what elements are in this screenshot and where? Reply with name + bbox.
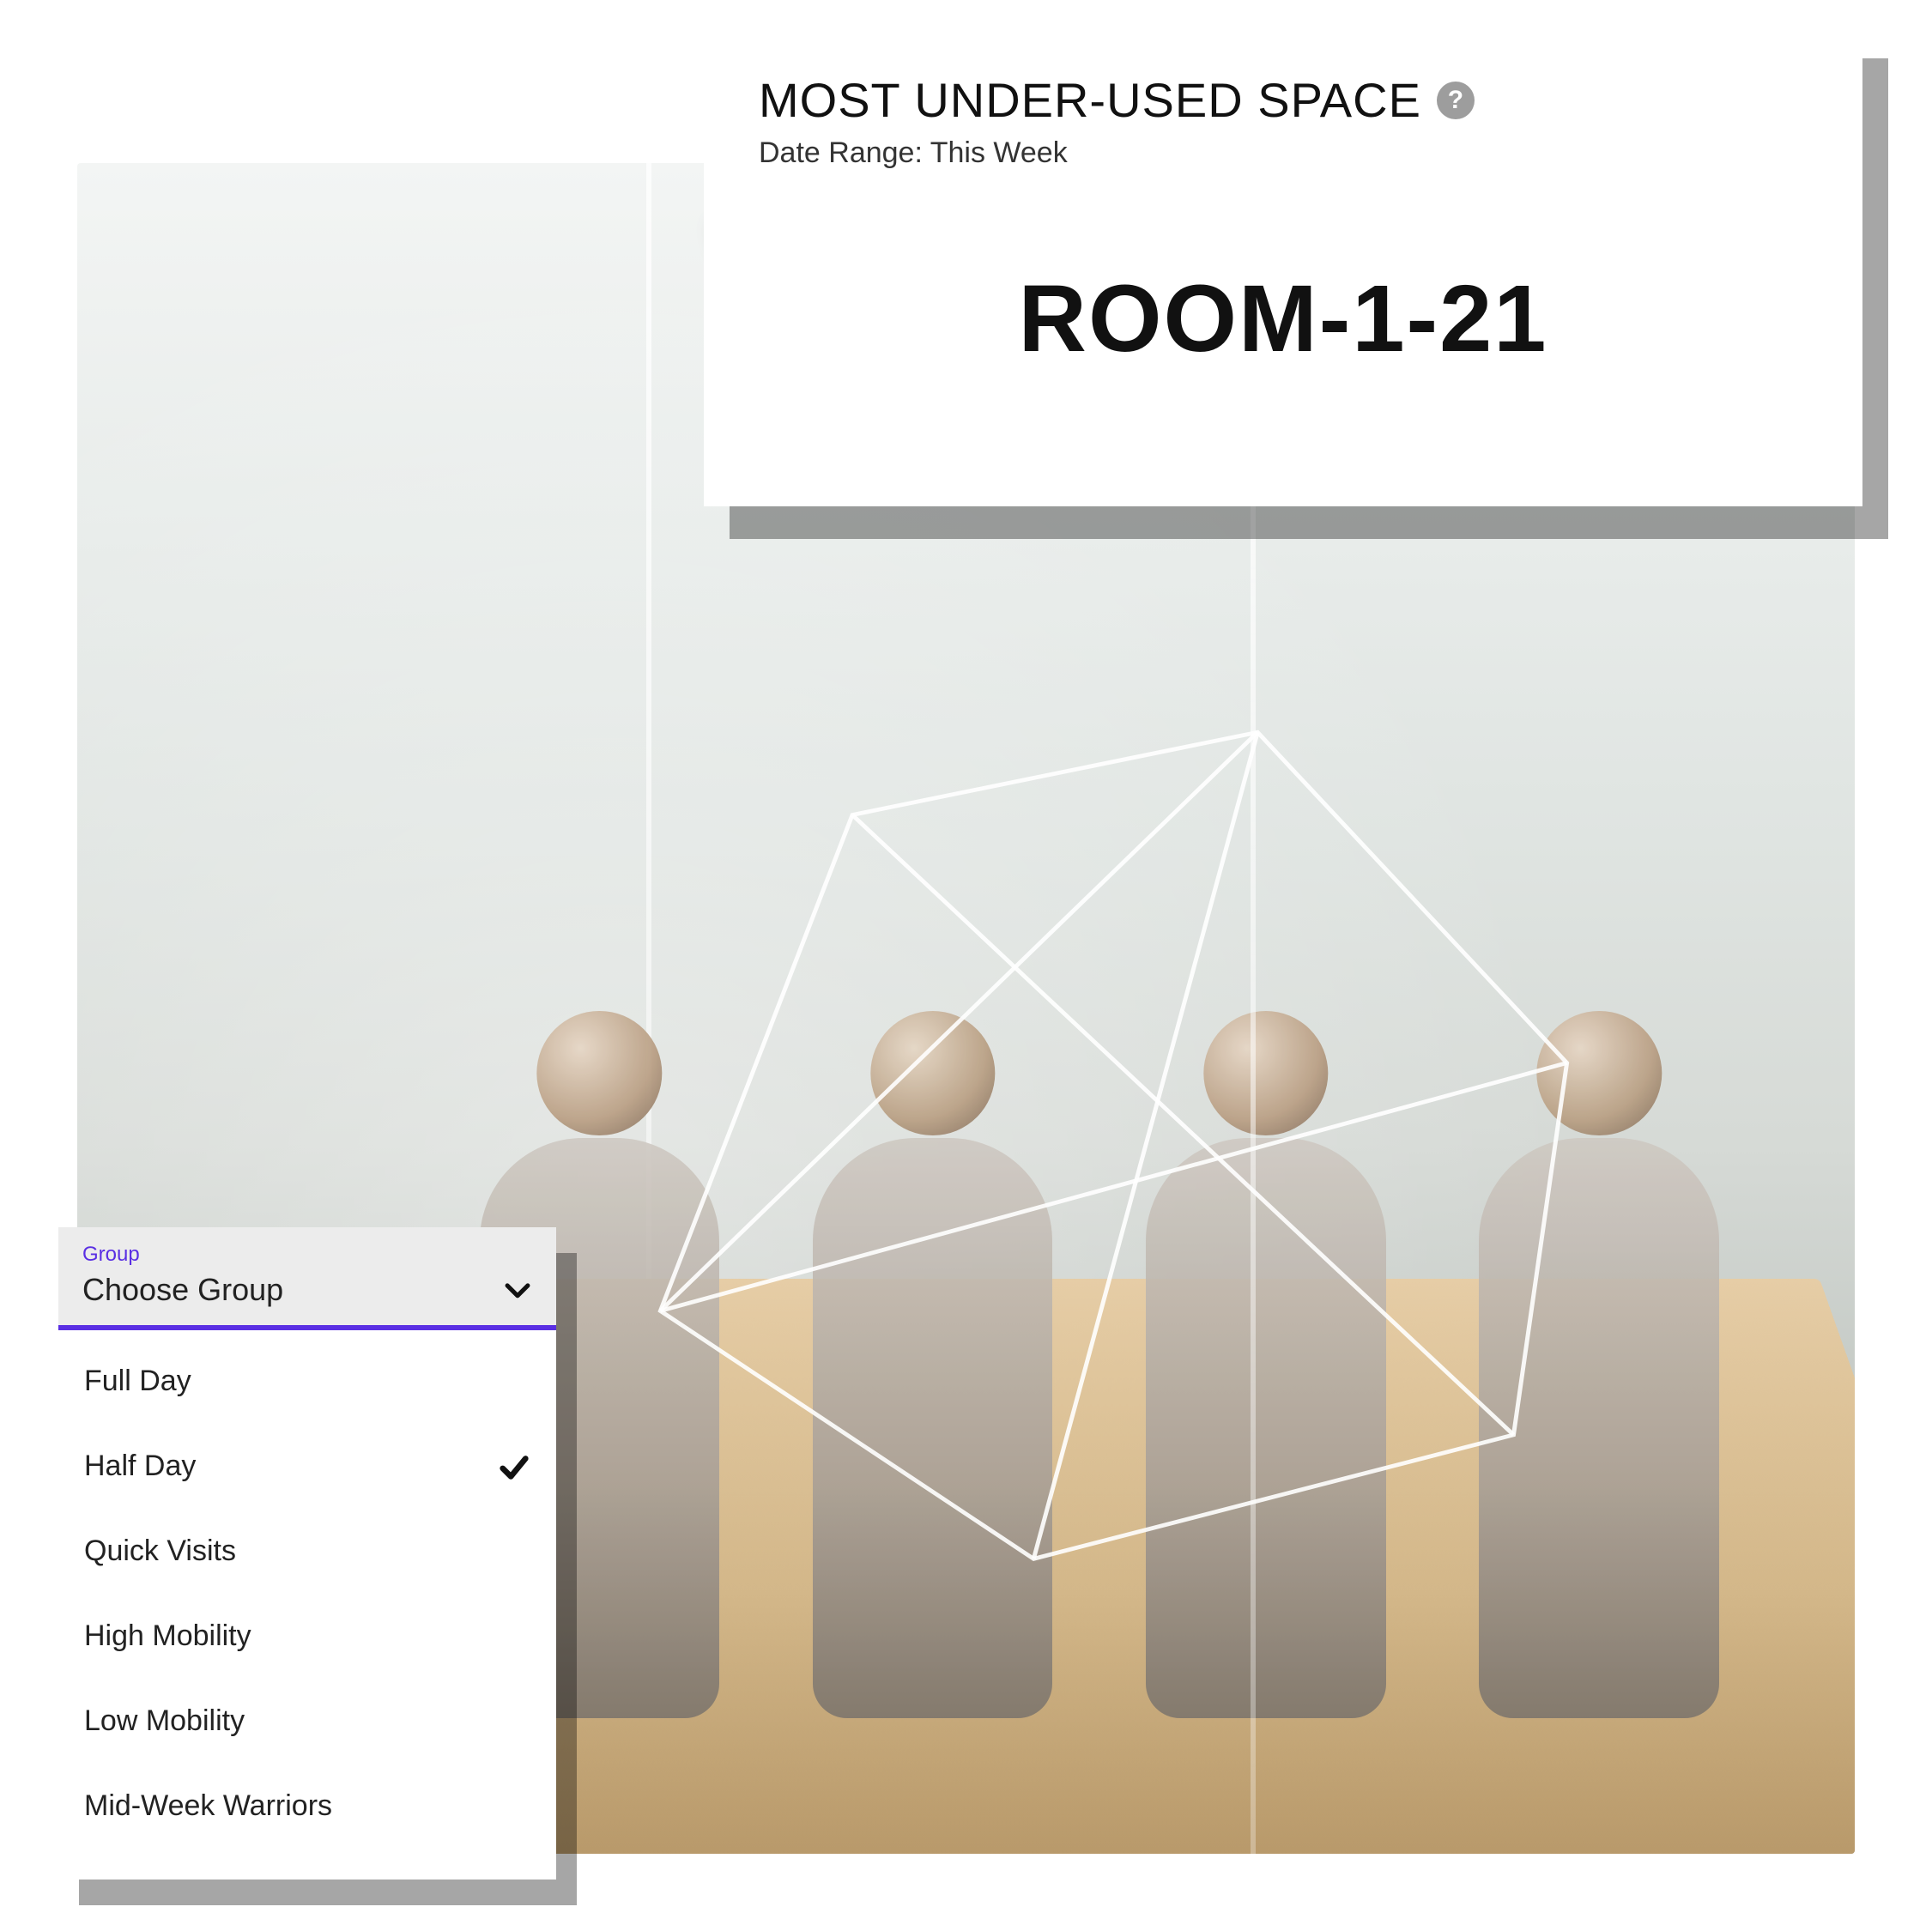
group-option-list: Full Day Half Day Quick Visits High Mobilit…: [58, 1330, 556, 1869]
group-dropdown: Group Choose Group Full Day Half Day Quick…: [58, 1227, 556, 1880]
group-selected-row[interactable]: Choose Group: [82, 1272, 532, 1308]
group-option[interactable]: High Mobility: [58, 1594, 556, 1679]
people-decor: [433, 975, 1765, 1719]
card-subtitle: Date Range: This Week: [759, 136, 1808, 170]
card-value: ROOM-1-21: [759, 264, 1808, 373]
group-selected-label: Choose Group: [82, 1272, 283, 1308]
chevron-down-icon: [503, 1275, 532, 1304]
card-title: MOST UNDER-USED SPACE: [759, 72, 1421, 128]
group-option[interactable]: Half Day: [58, 1424, 556, 1509]
group-option-label: Low Mobility: [84, 1704, 245, 1738]
group-option[interactable]: Full Day: [58, 1339, 556, 1424]
most-underused-space-card: MOST UNDER-USED SPACE ? Date Range: This…: [704, 26, 1862, 506]
group-option[interactable]: Mid-Week Warriors: [58, 1764, 556, 1849]
group-option-label: Full Day: [84, 1365, 191, 1398]
group-option[interactable]: Low Mobility: [58, 1679, 556, 1764]
check-icon: [498, 1450, 530, 1483]
group-field-label: Group: [82, 1243, 532, 1267]
group-option-label: Half Day: [84, 1450, 196, 1483]
group-dropdown-header[interactable]: Group Choose Group: [58, 1227, 556, 1330]
group-option-label: Quick Visits: [84, 1535, 236, 1568]
group-option-label: High Mobility: [84, 1619, 251, 1653]
group-option[interactable]: Quick Visits: [58, 1509, 556, 1594]
group-option-label: Mid-Week Warriors: [84, 1789, 332, 1823]
help-icon[interactable]: ?: [1437, 82, 1475, 119]
